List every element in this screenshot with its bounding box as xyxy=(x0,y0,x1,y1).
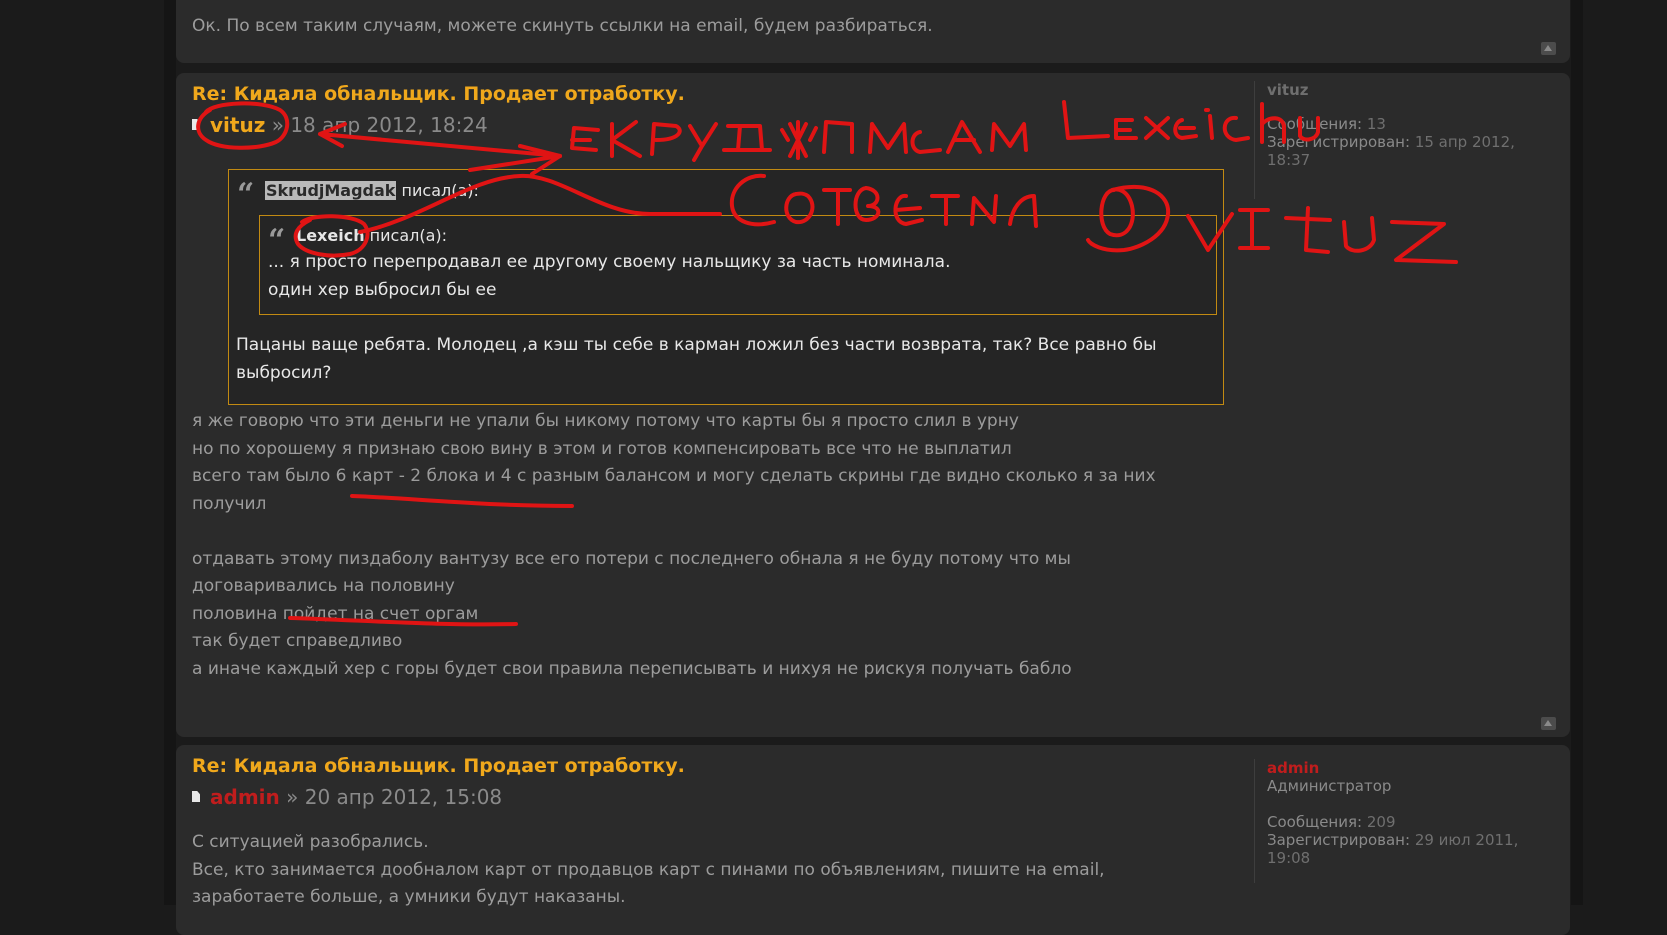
post-date: 20 апр 2012, 15:08 xyxy=(304,785,503,809)
nested-quote-text: ... я просто перепродавал ее другому сво… xyxy=(268,249,951,304)
quote-line: один хер выбросил бы ее xyxy=(268,279,497,300)
document-icon[interactable] xyxy=(192,791,200,802)
quote-header: SkrudjMagdak писал(а): xyxy=(265,181,479,200)
right-gutter xyxy=(1571,0,1583,905)
profile-name[interactable]: admin xyxy=(1267,759,1547,777)
nested-quote-said: писал(а): xyxy=(369,226,448,245)
post-line: Все, кто занимается дообналом карт от пр… xyxy=(192,859,1105,880)
profile-name[interactable]: vituz xyxy=(1267,81,1547,99)
quote-block: “ SkrudjMagdak писал(а): “ Lexeich писал… xyxy=(228,169,1224,405)
post-line: половина пойдет на счет оргам xyxy=(192,603,479,624)
profile-role: Администратор xyxy=(1267,777,1392,795)
profile-registered: Зарегистрирован: 15 апр 2012, xyxy=(1267,133,1515,151)
nested-quote-header: Lexeich писал(а): xyxy=(296,226,447,245)
up-arrow-icon[interactable] xyxy=(1541,717,1556,730)
post-line: Ок. По всем таким случаям, можете скинут… xyxy=(192,16,933,36)
post-line: договаривались на половину xyxy=(192,576,455,596)
post-line: а иначе каждый хер с горы будет свои пра… xyxy=(192,658,1072,679)
post-line xyxy=(192,518,1156,546)
post-line: но по хорошему я признаю свою вину в это… xyxy=(192,438,1012,459)
author-profile: vituz Сообщения: 13 Зарегистрирован: 15 … xyxy=(1254,81,1547,199)
quote-author: SkrudjMagdak xyxy=(265,181,397,200)
post-line: всего там было 6 карт - 2 блока и 4 с ра… xyxy=(192,466,1156,486)
forum-page: Ок. По всем таким случаям, можете скинут… xyxy=(0,0,1667,935)
post-date: 18 апр 2012, 18:24 xyxy=(290,113,488,137)
profile-registered-time: 18:37 xyxy=(1267,151,1311,169)
post-vituz: Re: Кидала обнальщик. Продает отработку.… xyxy=(176,73,1570,737)
profile-posts: Сообщения: 13 xyxy=(1267,115,1386,133)
post-line: получил xyxy=(192,493,267,514)
post-admin: Re: Кидала обнальщик. Продает отработку.… xyxy=(176,745,1570,935)
up-arrow-icon[interactable] xyxy=(1541,42,1556,55)
post-line: я же говорю что эти деньги не упали бы н… xyxy=(192,411,1019,431)
post-title[interactable]: Re: Кидала обнальщик. Продает отработку. xyxy=(192,755,685,777)
post-line: так будет справедливо xyxy=(192,631,403,651)
quote-said: писал(а): xyxy=(401,181,479,200)
post-line: отдавать этому пиздаболу вантузу все его… xyxy=(192,548,1071,569)
profile-registered: Зарегистрирован: 29 июл 2011, xyxy=(1267,831,1519,849)
post-body: Ок. По всем таким случаям, можете скинут… xyxy=(192,13,933,41)
profile-posts: Сообщения: 209 xyxy=(1267,813,1396,831)
meta-separator: » xyxy=(271,113,284,137)
post-author[interactable]: admin xyxy=(210,785,280,809)
profile-registered-time: 19:08 xyxy=(1267,849,1311,867)
post-previous: Ок. По всем таким случаям, можете скинут… xyxy=(176,0,1570,63)
post-body: я же говорю что эти деньги не упали бы н… xyxy=(192,408,1156,683)
author-profile: admin Администратор Сообщения: 209 Зарег… xyxy=(1254,759,1547,883)
document-icon[interactable] xyxy=(192,119,200,130)
nested-quote-block: “ Lexeich писал(а): ... я просто перепро… xyxy=(259,215,1217,315)
nested-quote-author: Lexeich xyxy=(296,226,365,245)
quote-text: Пацаны ваще ребята. Молодец ,а кэш ты се… xyxy=(236,332,1157,387)
quote-line: Пацаны ваще ребята. Молодец ,а кэш ты се… xyxy=(236,335,1157,355)
post-author[interactable]: vituz xyxy=(210,113,265,137)
post-meta: vituz » 18 апр 2012, 18:24 xyxy=(192,113,488,137)
post-line: заработаете больше, а умники будут наказ… xyxy=(192,887,626,907)
quote-line: ... я просто перепродавал ее другому сво… xyxy=(268,252,951,272)
post-meta: admin » 20 апр 2012, 15:08 xyxy=(192,785,502,809)
meta-separator: » xyxy=(286,785,299,809)
post-line: С ситуацией разобрались. xyxy=(192,832,429,852)
post-title[interactable]: Re: Кидала обнальщик. Продает отработку. xyxy=(192,83,685,105)
quote-mark-icon: “ xyxy=(237,177,255,212)
post-body: С ситуацией разобрались. Все, кто занима… xyxy=(192,829,1105,912)
quote-line: выбросил? xyxy=(236,362,332,383)
left-gutter xyxy=(164,0,176,905)
